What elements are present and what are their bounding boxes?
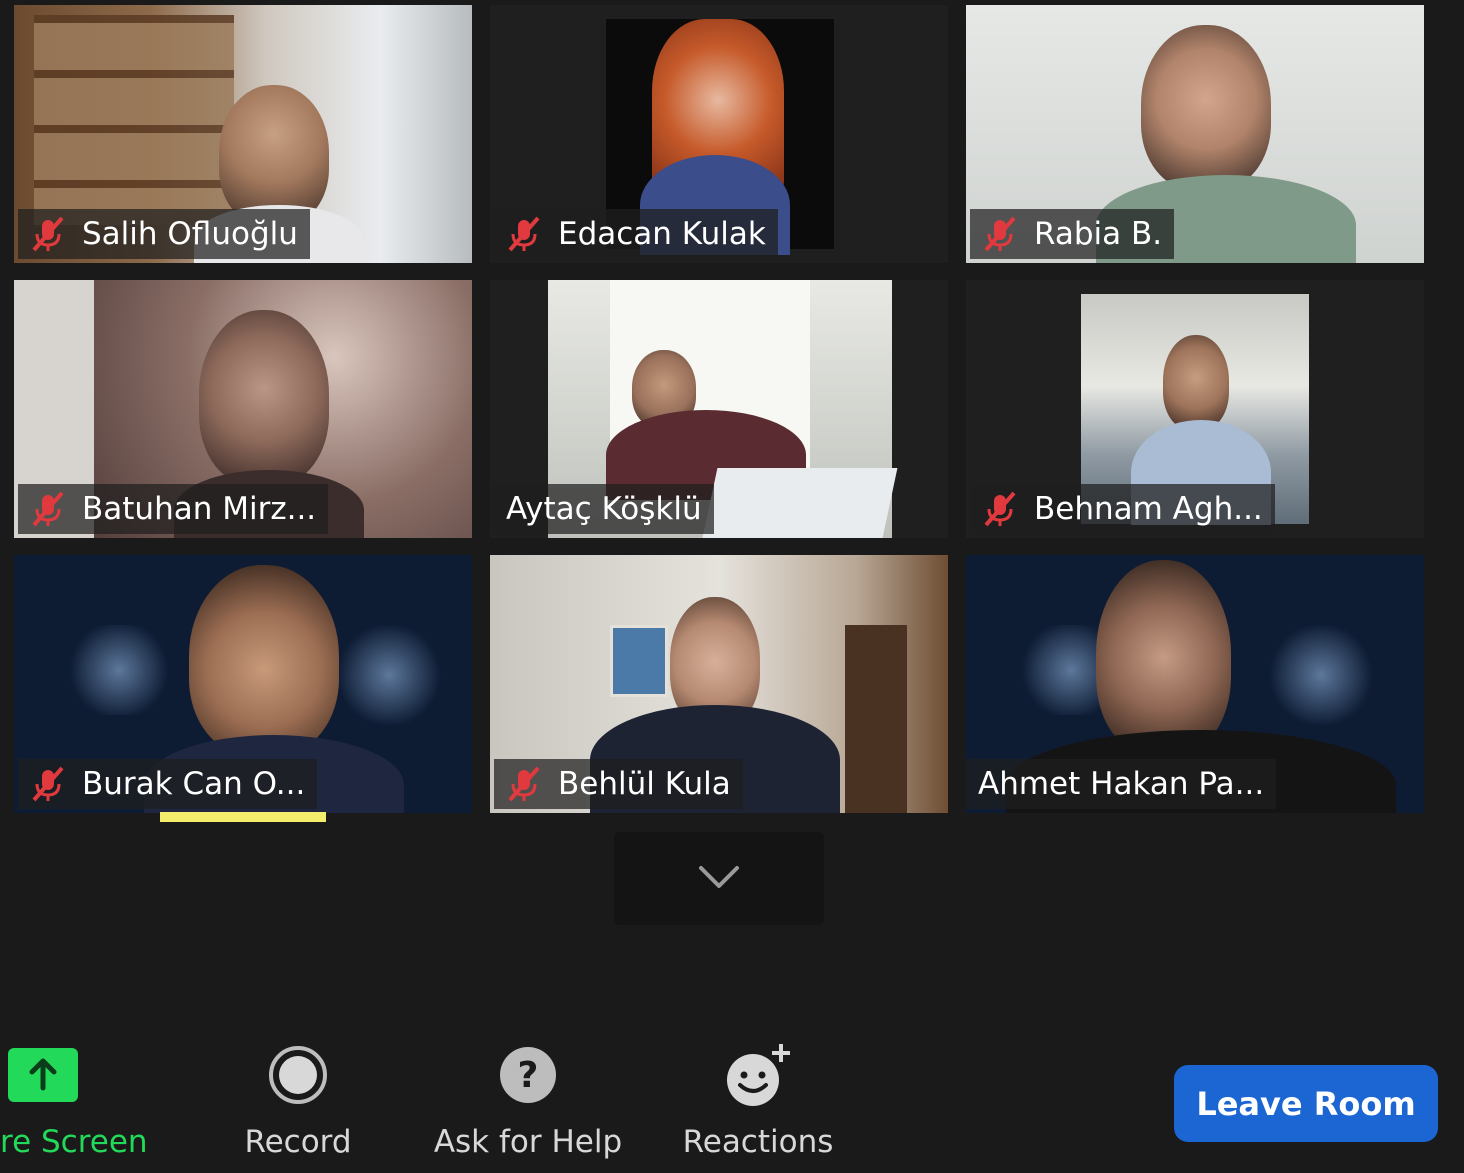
participant-nameplate: Behnam Agh... <box>970 484 1275 534</box>
svg-text:?: ? <box>518 1055 539 1096</box>
participant-tile-edacan[interactable]: Edacan Kulak <box>490 5 948 263</box>
ask-for-help-label: Ask for Help <box>433 1124 623 1160</box>
participant-name: Behlül Kula <box>558 766 731 802</box>
participant-name: Batuhan Mirz... <box>82 491 317 527</box>
active-speaker-indicator <box>160 812 326 822</box>
participant-tile-behnam[interactable]: Behnam Agh... <box>966 280 1424 538</box>
participant-nameplate: Edacan Kulak <box>494 209 778 259</box>
participant-nameplate: Rabia B. <box>970 209 1175 259</box>
record-button[interactable]: Record <box>228 1040 368 1170</box>
show-more-participants-button[interactable] <box>614 832 824 925</box>
share-screen-button[interactable]: re Screen <box>0 1040 150 1170</box>
participant-nameplate: Burak Can O... <box>18 759 318 809</box>
participant-name: Behnam Agh... <box>1034 491 1263 527</box>
participant-tile-burak[interactable]: Burak Can O... <box>14 555 472 813</box>
participant-nameplate: Behlül Kula <box>494 759 743 809</box>
participant-tile-behlul[interactable]: Behlül Kula <box>490 555 948 813</box>
muted-microphone-icon <box>502 762 546 806</box>
muted-microphone-icon <box>26 487 70 531</box>
participant-name: Rabia B. <box>1034 216 1163 252</box>
participant-tile-salih[interactable]: Salih Ofluoğlu <box>14 5 472 263</box>
muted-microphone-icon <box>502 212 546 256</box>
chevron-down-icon <box>697 864 741 894</box>
record-circle-icon <box>268 1045 328 1113</box>
participant-name: Burak Can O... <box>82 766 306 802</box>
participant-tile-batuhan[interactable]: Batuhan Mirz... <box>14 280 472 538</box>
reactions-label: Reactions <box>682 1124 834 1160</box>
participant-name: Edacan Kulak <box>558 216 766 252</box>
muted-microphone-icon <box>978 212 1022 256</box>
muted-microphone-icon <box>26 762 70 806</box>
record-label: Record <box>244 1124 352 1160</box>
smiley-plus-icon <box>725 1042 791 1116</box>
participant-tile-aytac[interactable]: Aytaç Köşklü <box>490 280 948 538</box>
participant-name: Aytaç Köşklü <box>506 491 702 527</box>
leave-room-button[interactable]: Leave Room <box>1174 1065 1438 1142</box>
ask-for-help-button[interactable]: ? Ask for Help <box>428 1040 628 1170</box>
participant-name: Ahmet Hakan Pa... <box>978 766 1265 802</box>
zoom-meeting-window: Salih Ofluoğlu Edacan Kulak Rabia B. Bat… <box>0 0 1464 1173</box>
participant-name: Salih Ofluoğlu <box>82 216 298 252</box>
participant-nameplate: Ahmet Hakan Pa... <box>966 759 1277 809</box>
participant-nameplate: Salih Ofluoğlu <box>18 209 310 259</box>
reactions-button[interactable]: Reactions <box>676 1040 840 1170</box>
muted-microphone-icon <box>26 212 70 256</box>
participant-tile-rabia[interactable]: Rabia B. <box>966 5 1424 263</box>
participant-nameplate: Aytaç Köşklü <box>494 484 714 534</box>
participant-tile-ahmet[interactable]: Ahmet Hakan Pa... <box>966 555 1424 813</box>
share-screen-label: re Screen <box>0 1124 148 1160</box>
upload-arrow-icon <box>8 1048 78 1110</box>
participant-nameplate: Batuhan Mirz... <box>18 484 329 534</box>
question-mark-icon: ? <box>498 1045 558 1113</box>
muted-microphone-icon <box>978 487 1022 531</box>
